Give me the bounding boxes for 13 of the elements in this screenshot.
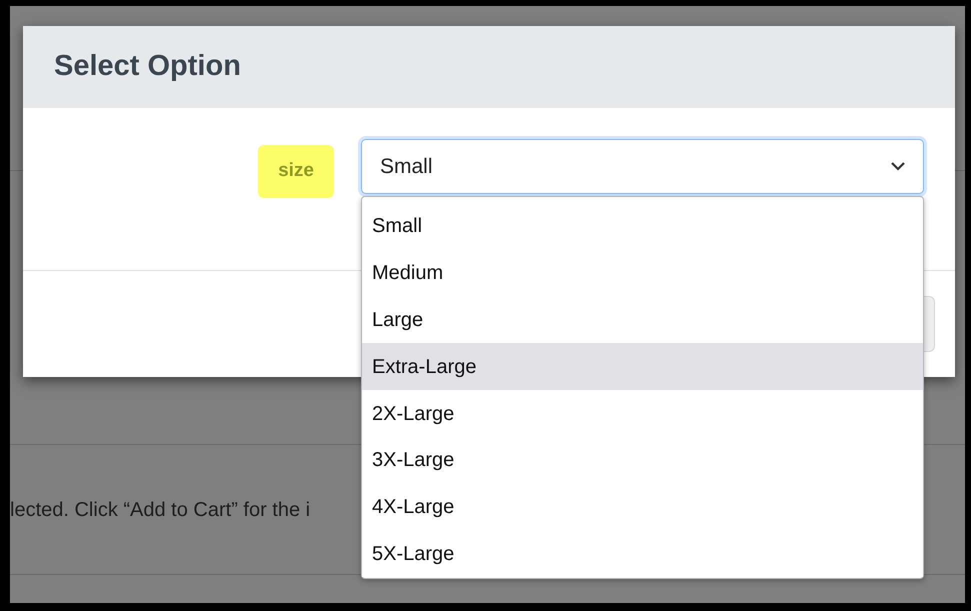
size-select[interactable]: Small	[361, 139, 924, 194]
dropdown-option[interactable]: 4X-Large	[362, 484, 923, 531]
field-label: size	[258, 145, 334, 198]
dropdown-option[interactable]: Small	[362, 203, 923, 250]
dropdown-option[interactable]: 2X-Large	[362, 390, 923, 437]
page-text: lected. Click “Add to Cart” for the i	[10, 498, 310, 522]
chevron-down-icon	[891, 162, 905, 171]
dropdown-option[interactable]: 3X-Large	[362, 436, 923, 484]
dropdown-option[interactable]: Extra-Large	[362, 343, 923, 390]
dropdown-option[interactable]: Large	[362, 296, 923, 344]
dropdown-option[interactable]: Medium	[362, 250, 923, 297]
dialog-title: Select Option	[54, 49, 241, 84]
dropdown-option[interactable]: 5X-Large	[362, 530, 923, 578]
